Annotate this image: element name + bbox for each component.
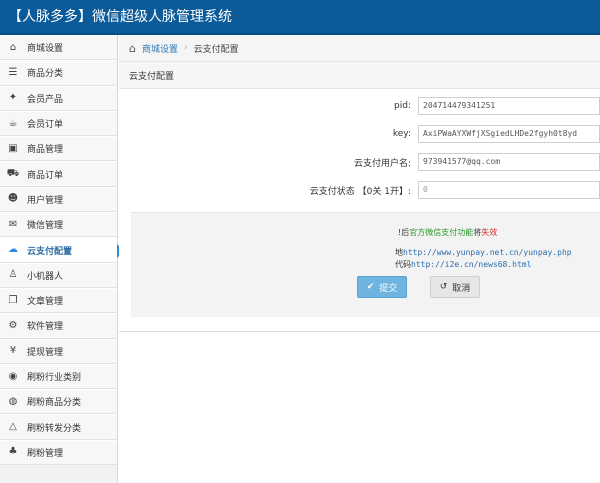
sidebar-item-label: 刷粉商品分类 (27, 398, 82, 409)
notice-prefix: !后 (398, 228, 410, 237)
sidebar-item-label: 云支付配置 (27, 246, 73, 257)
truck-icon: ⛟ (6, 168, 20, 180)
notice-box: !后官方微信支付功能将失效 地http://www.yunpay.net.cn/… (131, 212, 600, 317)
notice-line-2-prefix: 地 (395, 248, 403, 257)
notice-green-text: 官方微信支付功能 (409, 228, 474, 237)
key-row: key: (119, 125, 411, 143)
notice-line-1: !后官方微信支付功能将失效 (398, 227, 497, 238)
sidebar: ⌂ 商城设置 ☰ 商品分类 ✦ 会员产品 ☕ 会员订单 ▣ 商品管理 ⛟ 商品订单 ☻ 用户管理 ✉ 微信管理… (0, 35, 124, 483)
home-icon: ⌂ (9, 41, 17, 53)
sidebar-item-12[interactable]: ¥ 提现管理 (0, 338, 117, 364)
sidebar-item-3[interactable]: ☕ 会员订单 (0, 110, 117, 137)
sidebar-item-label: 会员订单 (27, 120, 64, 131)
notice-line-3: 代码http://i2e.cn/news68.html (395, 259, 531, 270)
pid-input[interactable]: 204714479341251 (418, 97, 600, 115)
sidebar-item-16[interactable]: ♣ 刷粉管理 (0, 439, 117, 466)
top-bar: 【人脉多多】微信超级人脉管理系统 (0, 0, 600, 35)
notice-line-2: 地http://www.yunpay.net.cn/yunpay.php (395, 247, 572, 258)
home-icon: ⌂ (129, 41, 136, 55)
sidebar-item-0[interactable]: ⌂ 商城设置 (0, 35, 117, 61)
gift-icon: ▣ (8, 142, 18, 154)
sidebar-item-label: 文章管理 (27, 297, 64, 308)
yen-icon: ¥ (9, 345, 17, 357)
submit-label: 提交 (379, 283, 398, 294)
config-panel: 云支付配置 pid: 204714479341251 key: AxiPWaAY… (119, 62, 600, 332)
yunpay-link[interactable]: http://www.yunpay.net.cn/yunpay.php (403, 248, 572, 257)
sitemap-icon: ♣ (8, 446, 18, 458)
github-alt-icon: ◍ (8, 395, 18, 407)
chat-bubbles-icon: ✉ (8, 218, 18, 230)
sidebar-item-13[interactable]: ◉ 刷粉行业类别 (0, 363, 117, 390)
pid-row: pid: (119, 97, 411, 115)
sidebar-item-10[interactable]: ❐ 文章管理 (0, 287, 117, 314)
news-link[interactable]: http://i2e.cn/news68.html (411, 260, 531, 269)
github-icon: ◉ (8, 370, 18, 382)
copy-icon: ❐ (8, 294, 18, 306)
notice-red-text: 失效 (481, 228, 498, 237)
sidebar-item-8[interactable]: ☁ 云支付配置 (0, 237, 124, 263)
gears-icon: ⚙ (8, 319, 18, 331)
sidebar-item-5[interactable]: ⛟ 商品订单 (0, 161, 117, 187)
sidebar-item-label: 软件管理 (27, 322, 64, 333)
breadcrumb-current: 云支付配置 (193, 44, 239, 55)
cancel-label: 取消 (452, 283, 471, 294)
sidebar-item-label: 会员产品 (27, 94, 64, 105)
list-icon: ☰ (8, 66, 18, 78)
sidebar-item-label: 商品管理 (27, 145, 64, 156)
sidebar-item-15[interactable]: △ 刷粉转发分类 (0, 414, 117, 440)
sidebar-item-14[interactable]: ◍ 刷粉商品分类 (0, 389, 117, 415)
users-icon: ☻ (7, 193, 19, 205)
sidebar-item-label: 商品订单 (27, 170, 64, 181)
sidebar-item-label: 刷粉转发分类 (27, 423, 82, 434)
sidebar-item-1[interactable]: ☰ 商品分类 (0, 60, 117, 86)
twitter-bird-icon: ✦ (8, 92, 18, 104)
submit-button[interactable]: ✔ 提交 (357, 276, 407, 298)
app-title: 【人脉多多】微信超级人脉管理系统 (8, 9, 232, 25)
breadcrumb: ⌂ 商城设置 › 云支付配置 (119, 35, 600, 62)
username-input[interactable]: 973941577@qq.com (418, 153, 600, 171)
undo-icon: ↺ (439, 282, 448, 292)
sidebar-item-9[interactable]: ♙ 小机器人 (0, 262, 117, 288)
breadcrumb-separator: › (184, 43, 188, 53)
sidebar-item-4[interactable]: ▣ 商品管理 (0, 136, 117, 162)
sidebar-item-label: 刷粉管理 (27, 448, 64, 459)
notice-line-3-prefix: 代码 (395, 260, 411, 269)
linux-icon: △ (9, 421, 17, 433)
android-icon: ♙ (8, 269, 18, 281)
status-input[interactable]: 0 (418, 181, 600, 199)
key-label: key: (392, 129, 411, 139)
sidebar-item-label: 用户管理 (27, 195, 64, 206)
sidebar-item-label: 刷粉行业类别 (27, 373, 82, 383)
sidebar-item-2[interactable]: ✦ 会员产品 (0, 85, 117, 111)
sidebar-item-11[interactable]: ⚙ 软件管理 (0, 313, 117, 339)
sidebar-item-label: 商品分类 (27, 69, 64, 80)
panel-title: 云支付配置 (119, 62, 600, 89)
username-row: 云支付用户名: (119, 153, 411, 171)
key-input[interactable]: AxiPWaAYXWfjXSgiedLHDe2fgyh0t8yd (418, 125, 600, 143)
sidebar-item-label: 小机器人 (27, 271, 64, 282)
cloud-icon: ☁ (8, 244, 18, 256)
breadcrumb-link-home[interactable]: 商城设置 (142, 42, 178, 55)
sidebar-item-label: 提现管理 (27, 347, 64, 358)
status-row: 云支付状态 【0关 1开】: (119, 181, 411, 199)
username-label: 云支付用户名: (353, 158, 411, 169)
sidebar-item-label: 微信管理 (27, 221, 64, 232)
pid-label: pid: (394, 101, 411, 111)
check-icon: ✔ (366, 282, 375, 292)
status-label: 云支付状态 【0关 1开】: (309, 186, 411, 197)
sidebar-item-6[interactable]: ☻ 用户管理 (0, 186, 117, 213)
sidebar-item-label: 商城设置 (27, 44, 64, 55)
coffee-cup-icon: ☕ (8, 117, 18, 129)
cancel-button[interactable]: ↺ 取消 (430, 276, 480, 298)
sidebar-item-7[interactable]: ✉ 微信管理 (0, 212, 117, 238)
